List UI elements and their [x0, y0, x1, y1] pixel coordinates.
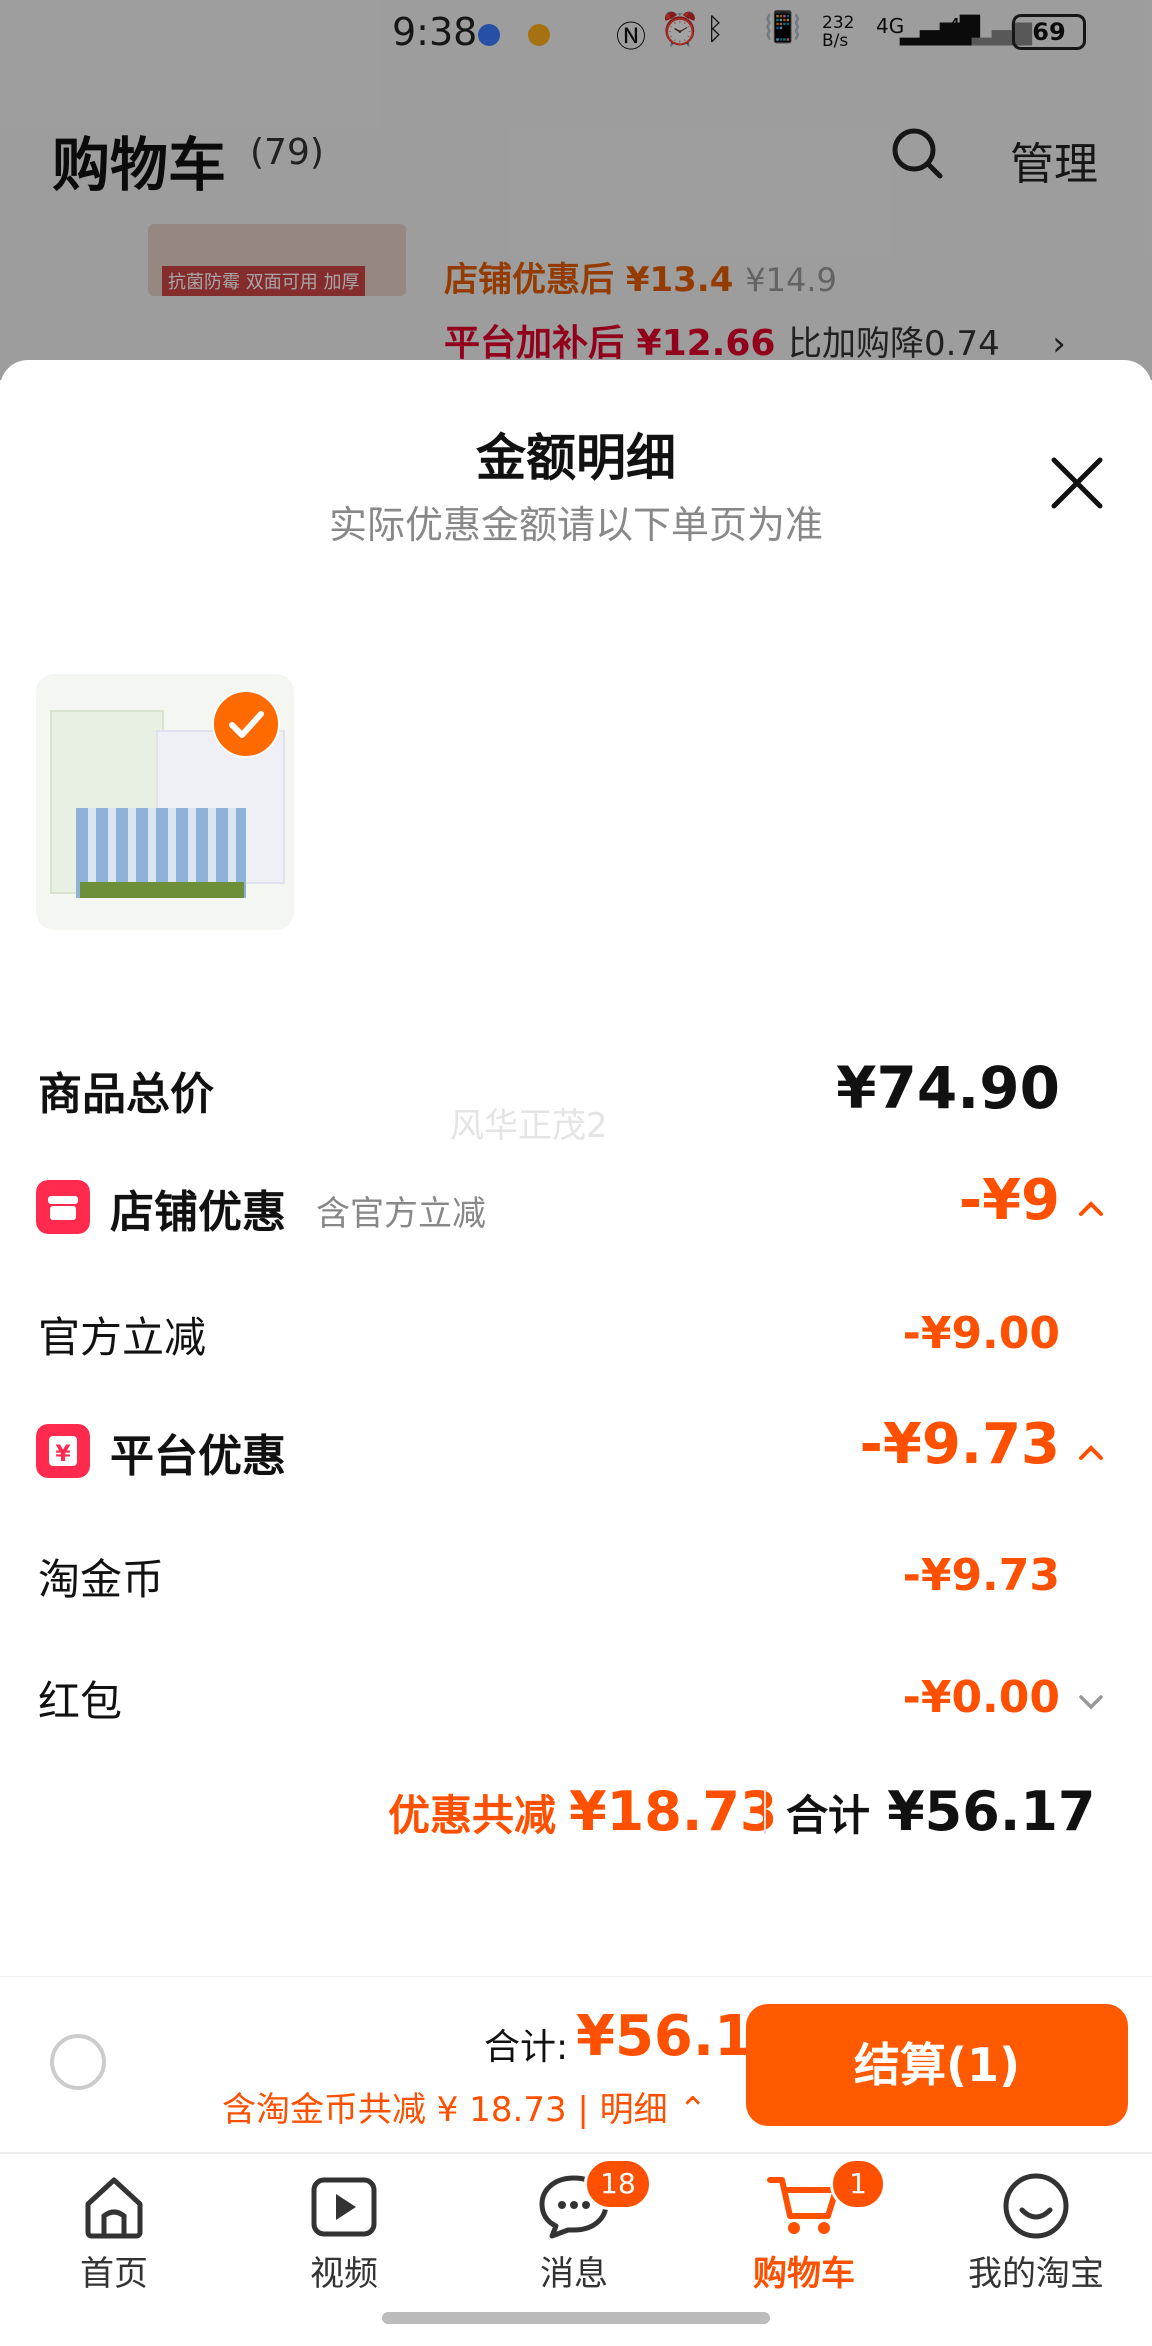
- select-all-radio[interactable]: [50, 2034, 106, 2090]
- home-indicator[interactable]: [382, 2312, 770, 2324]
- total-discount-line: 优惠共减 ¥18.73: [388, 1780, 778, 1843]
- product-total-label: 商品总价: [38, 1069, 214, 1120]
- product-total-value: ¥74.90: [836, 1054, 1060, 1122]
- profile-face-icon: [1003, 2173, 1069, 2239]
- chevron-up-icon[interactable]: [1078, 1440, 1104, 1466]
- shop-discount-label: 店铺优惠: [110, 1187, 286, 1238]
- shop-icon: [36, 1180, 90, 1234]
- sheet-total-label: 合计: [786, 1791, 871, 1840]
- checkout-button[interactable]: 结算(1): [746, 2004, 1128, 2126]
- svg-text:¥: ¥: [55, 1442, 71, 1467]
- tab-home-label: 首页: [80, 2254, 148, 2294]
- sheet-total-line: 合计 ¥56.17: [786, 1780, 1096, 1843]
- selected-check-icon[interactable]: [212, 690, 280, 758]
- sum-label: 合计:: [484, 2027, 569, 2068]
- tab-my-taobao[interactable]: 我的淘宝: [946, 2160, 1126, 2310]
- redpack-label: 红包: [38, 1677, 123, 1726]
- platform-icon: ¥: [36, 1424, 90, 1478]
- total-discount-value: ¥18.73: [569, 1780, 778, 1843]
- watermark: 风华正茂2: [450, 1106, 608, 1146]
- chevron-up-icon[interactable]: [1078, 1196, 1104, 1222]
- tab-home[interactable]: 首页: [24, 2160, 204, 2310]
- tab-cart-label: 购物车: [753, 2254, 855, 2294]
- chevron-up-icon: ⌃: [678, 2090, 707, 2130]
- cart-badge: 1: [830, 2158, 886, 2210]
- sheet-subtitle: 实际优惠金额请以下单页为准: [328, 503, 823, 547]
- platform-discount-label: 平台优惠: [110, 1431, 286, 1482]
- close-icon[interactable]: [1048, 454, 1106, 512]
- shop-discount-hint: 含官方立减: [316, 1194, 486, 1234]
- home-icon: [85, 2177, 143, 2239]
- coin-label: 淘金币: [38, 1555, 165, 1604]
- tab-video[interactable]: 视频: [254, 2160, 434, 2310]
- tab-messages-label: 消息: [540, 2254, 608, 2294]
- video-icon: [311, 2177, 377, 2237]
- tab-video-label: 视频: [310, 2254, 378, 2294]
- dim-overlay[interactable]: [0, 0, 1152, 380]
- redpack-value[interactable]: -¥0.00: [760, 1672, 1060, 1723]
- discount-detail-link[interactable]: 含淘金币共减 ¥ 18.73 | 明细 ⌃: [222, 2082, 707, 2131]
- chevron-down-icon[interactable]: [1078, 1688, 1104, 1714]
- sheet-title: 金额明细: [476, 429, 676, 487]
- coin-value: -¥9.73: [902, 1550, 1060, 1601]
- discount-note: 含淘金币共减 ¥ 18.73 | 明细: [222, 2090, 668, 2130]
- platform-discount-value[interactable]: -¥9.73: [760, 1412, 1060, 1477]
- divider: [764, 1790, 766, 1834]
- tab-my-taobao-label: 我的淘宝: [968, 2254, 1104, 2294]
- official-cut-value: -¥9.00: [902, 1308, 1060, 1359]
- total-discount-label: 优惠共减: [388, 1791, 557, 1840]
- messages-badge: 18: [584, 2158, 652, 2210]
- official-cut-label: 官方立减: [38, 1313, 207, 1362]
- shop-discount-value[interactable]: -¥9: [780, 1168, 1060, 1233]
- product-fruit: [80, 882, 244, 898]
- sheet-total-value: ¥56.17: [887, 1780, 1096, 1843]
